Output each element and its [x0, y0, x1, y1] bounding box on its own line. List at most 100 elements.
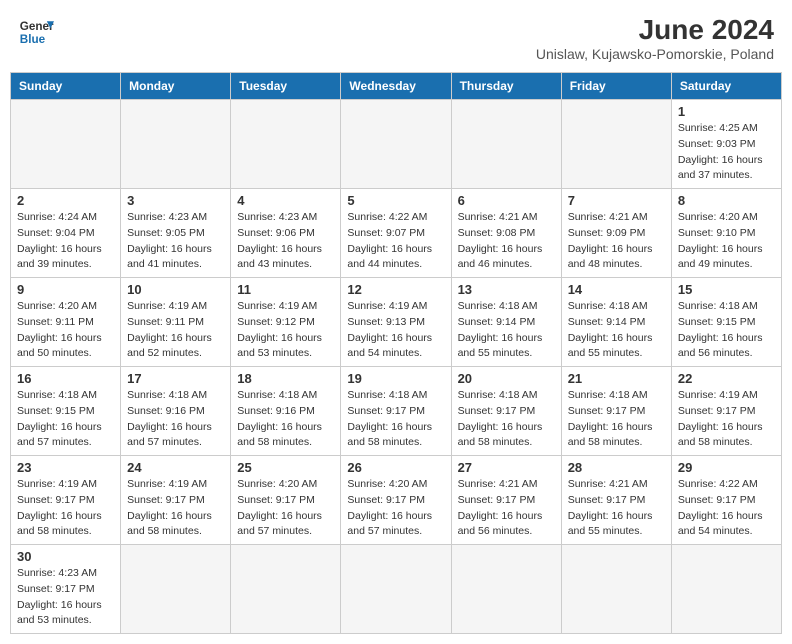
day-info: Sunrise: 4:22 AM Sunset: 9:17 PM Dayligh… [678, 477, 775, 540]
calendar-cell: 29 Sunrise: 4:22 AM Sunset: 9:17 PM Dayli… [671, 456, 781, 545]
day-info: Sunrise: 4:21 AM Sunset: 9:09 PM Dayligh… [568, 210, 665, 273]
calendar-cell: 18 Sunrise: 4:18 AM Sunset: 9:16 PM Dayli… [231, 367, 341, 456]
day-number: 1 [678, 104, 775, 119]
calendar-cell: 15Sunrise: 4:18 AM Sunset: 9:15 PM Dayli… [671, 278, 781, 367]
calendar-cell [121, 545, 231, 634]
day-number: 27 [458, 460, 555, 475]
calendar-cell: 2Sunrise: 4:24 AM Sunset: 9:04 PM Daylig… [11, 189, 121, 278]
calendar-cell: 27 Sunrise: 4:21 AM Sunset: 9:17 PM Dayli… [451, 456, 561, 545]
calendar-cell: 5Sunrise: 4:22 AM Sunset: 9:07 PM Daylig… [341, 189, 451, 278]
day-info: Sunrise: 4:21 AM Sunset: 9:17 PM Dayligh… [568, 477, 665, 540]
logo: General Blue [18, 14, 54, 50]
calendar-cell [561, 545, 671, 634]
day-info: Sunrise: 4:19 AM Sunset: 9:17 PM Dayligh… [17, 477, 114, 540]
calendar-cell [11, 100, 121, 189]
day-info: Sunrise: 4:19 AM Sunset: 9:17 PM Dayligh… [127, 477, 224, 540]
calendar-cell: 8 Sunrise: 4:20 AM Sunset: 9:10 PM Daylig… [671, 189, 781, 278]
day-number: 29 [678, 460, 775, 475]
calendar-row: 16 Sunrise: 4:18 AM Sunset: 9:15 PM Dayli… [11, 367, 782, 456]
calendar-cell: 9 Sunrise: 4:20 AM Sunset: 9:11 PM Daylig… [11, 278, 121, 367]
calendar-cell: 22Sunrise: 4:19 AM Sunset: 9:17 PM Dayli… [671, 367, 781, 456]
calendar-cell: 21Sunrise: 4:18 AM Sunset: 9:17 PM Dayli… [561, 367, 671, 456]
calendar-row: 9 Sunrise: 4:20 AM Sunset: 9:11 PM Daylig… [11, 278, 782, 367]
day-info: Sunrise: 4:20 AM Sunset: 9:10 PM Dayligh… [678, 210, 775, 273]
day-number: 12 [347, 282, 444, 297]
calendar-row: 1 Sunrise: 4:25 AM Sunset: 9:03 PM Daylig… [11, 100, 782, 189]
calendar-cell: 10 Sunrise: 4:19 AM Sunset: 9:11 PM Dayli… [121, 278, 231, 367]
day-number: 30 [17, 549, 114, 564]
header-tuesday: Tuesday [231, 73, 341, 100]
day-number: 23 [17, 460, 114, 475]
calendar-cell [341, 100, 451, 189]
day-number: 20 [458, 371, 555, 386]
calendar-cell [451, 545, 561, 634]
day-number: 6 [458, 193, 555, 208]
day-info: Sunrise: 4:25 AM Sunset: 9:03 PM Dayligh… [678, 121, 775, 184]
calendar-cell: 11 Sunrise: 4:19 AM Sunset: 9:12 PM Dayli… [231, 278, 341, 367]
header: General Blue June 2024 Unislaw, Kujawsko… [10, 10, 782, 66]
calendar: Sunday Monday Tuesday Wednesday Thursday… [10, 72, 782, 634]
weekday-header-row: Sunday Monday Tuesday Wednesday Thursday… [11, 73, 782, 100]
day-number: 11 [237, 282, 334, 297]
day-number: 21 [568, 371, 665, 386]
calendar-cell: 26 Sunrise: 4:20 AM Sunset: 9:17 PM Dayli… [341, 456, 451, 545]
day-number: 14 [568, 282, 665, 297]
header-sunday: Sunday [11, 73, 121, 100]
svg-text:Blue: Blue [20, 33, 46, 46]
day-number: 10 [127, 282, 224, 297]
calendar-cell: 16 Sunrise: 4:18 AM Sunset: 9:15 PM Dayli… [11, 367, 121, 456]
day-info: Sunrise: 4:20 AM Sunset: 9:17 PM Dayligh… [347, 477, 444, 540]
calendar-row: 23 Sunrise: 4:19 AM Sunset: 9:17 PM Dayli… [11, 456, 782, 545]
day-number: 16 [17, 371, 114, 386]
day-number: 15 [678, 282, 775, 297]
day-info: Sunrise: 4:18 AM Sunset: 9:16 PM Dayligh… [127, 388, 224, 451]
day-number: 5 [347, 193, 444, 208]
day-number: 3 [127, 193, 224, 208]
calendar-cell: 17 Sunrise: 4:18 AM Sunset: 9:16 PM Dayli… [121, 367, 231, 456]
day-info: Sunrise: 4:21 AM Sunset: 9:17 PM Dayligh… [458, 477, 555, 540]
header-monday: Monday [121, 73, 231, 100]
day-number: 4 [237, 193, 334, 208]
day-info: Sunrise: 4:19 AM Sunset: 9:13 PM Dayligh… [347, 299, 444, 362]
day-number: 28 [568, 460, 665, 475]
day-info: Sunrise: 4:18 AM Sunset: 9:16 PM Dayligh… [237, 388, 334, 451]
day-info: Sunrise: 4:24 AM Sunset: 9:04 PM Dayligh… [17, 210, 114, 273]
calendar-cell: 4 Sunrise: 4:23 AM Sunset: 9:06 PM Daylig… [231, 189, 341, 278]
day-info: Sunrise: 4:18 AM Sunset: 9:17 PM Dayligh… [458, 388, 555, 451]
calendar-row: 30 Sunrise: 4:23 AM Sunset: 9:17 PM Dayli… [11, 545, 782, 634]
day-info: Sunrise: 4:18 AM Sunset: 9:14 PM Dayligh… [458, 299, 555, 362]
day-number: 26 [347, 460, 444, 475]
header-friday: Friday [561, 73, 671, 100]
day-info: Sunrise: 4:19 AM Sunset: 9:11 PM Dayligh… [127, 299, 224, 362]
calendar-cell: 6Sunrise: 4:21 AM Sunset: 9:08 PM Daylig… [451, 189, 561, 278]
day-number: 24 [127, 460, 224, 475]
day-info: Sunrise: 4:20 AM Sunset: 9:11 PM Dayligh… [17, 299, 114, 362]
calendar-row: 2Sunrise: 4:24 AM Sunset: 9:04 PM Daylig… [11, 189, 782, 278]
day-number: 18 [237, 371, 334, 386]
calendar-cell [231, 545, 341, 634]
day-info: Sunrise: 4:18 AM Sunset: 9:15 PM Dayligh… [17, 388, 114, 451]
header-wednesday: Wednesday [341, 73, 451, 100]
calendar-cell: 19Sunrise: 4:18 AM Sunset: 9:17 PM Dayli… [341, 367, 451, 456]
calendar-cell: 23 Sunrise: 4:19 AM Sunset: 9:17 PM Dayli… [11, 456, 121, 545]
day-number: 9 [17, 282, 114, 297]
day-number: 7 [568, 193, 665, 208]
day-number: 22 [678, 371, 775, 386]
day-info: Sunrise: 4:19 AM Sunset: 9:12 PM Dayligh… [237, 299, 334, 362]
day-number: 25 [237, 460, 334, 475]
calendar-cell [341, 545, 451, 634]
day-number: 8 [678, 193, 775, 208]
month-title: June 2024 [536, 14, 774, 46]
header-thursday: Thursday [451, 73, 561, 100]
calendar-cell [451, 100, 561, 189]
day-number: 13 [458, 282, 555, 297]
day-info: Sunrise: 4:23 AM Sunset: 9:06 PM Dayligh… [237, 210, 334, 273]
calendar-cell: 28 Sunrise: 4:21 AM Sunset: 9:17 PM Dayli… [561, 456, 671, 545]
day-number: 17 [127, 371, 224, 386]
logo-icon: General Blue [18, 14, 54, 50]
calendar-cell: 14Sunrise: 4:18 AM Sunset: 9:14 PM Dayli… [561, 278, 671, 367]
day-number: 19 [347, 371, 444, 386]
title-area: June 2024 Unislaw, Kujawsko-Pomorskie, P… [536, 14, 774, 62]
calendar-cell: 12 Sunrise: 4:19 AM Sunset: 9:13 PM Dayli… [341, 278, 451, 367]
day-info: Sunrise: 4:23 AM Sunset: 9:17 PM Dayligh… [17, 566, 114, 629]
